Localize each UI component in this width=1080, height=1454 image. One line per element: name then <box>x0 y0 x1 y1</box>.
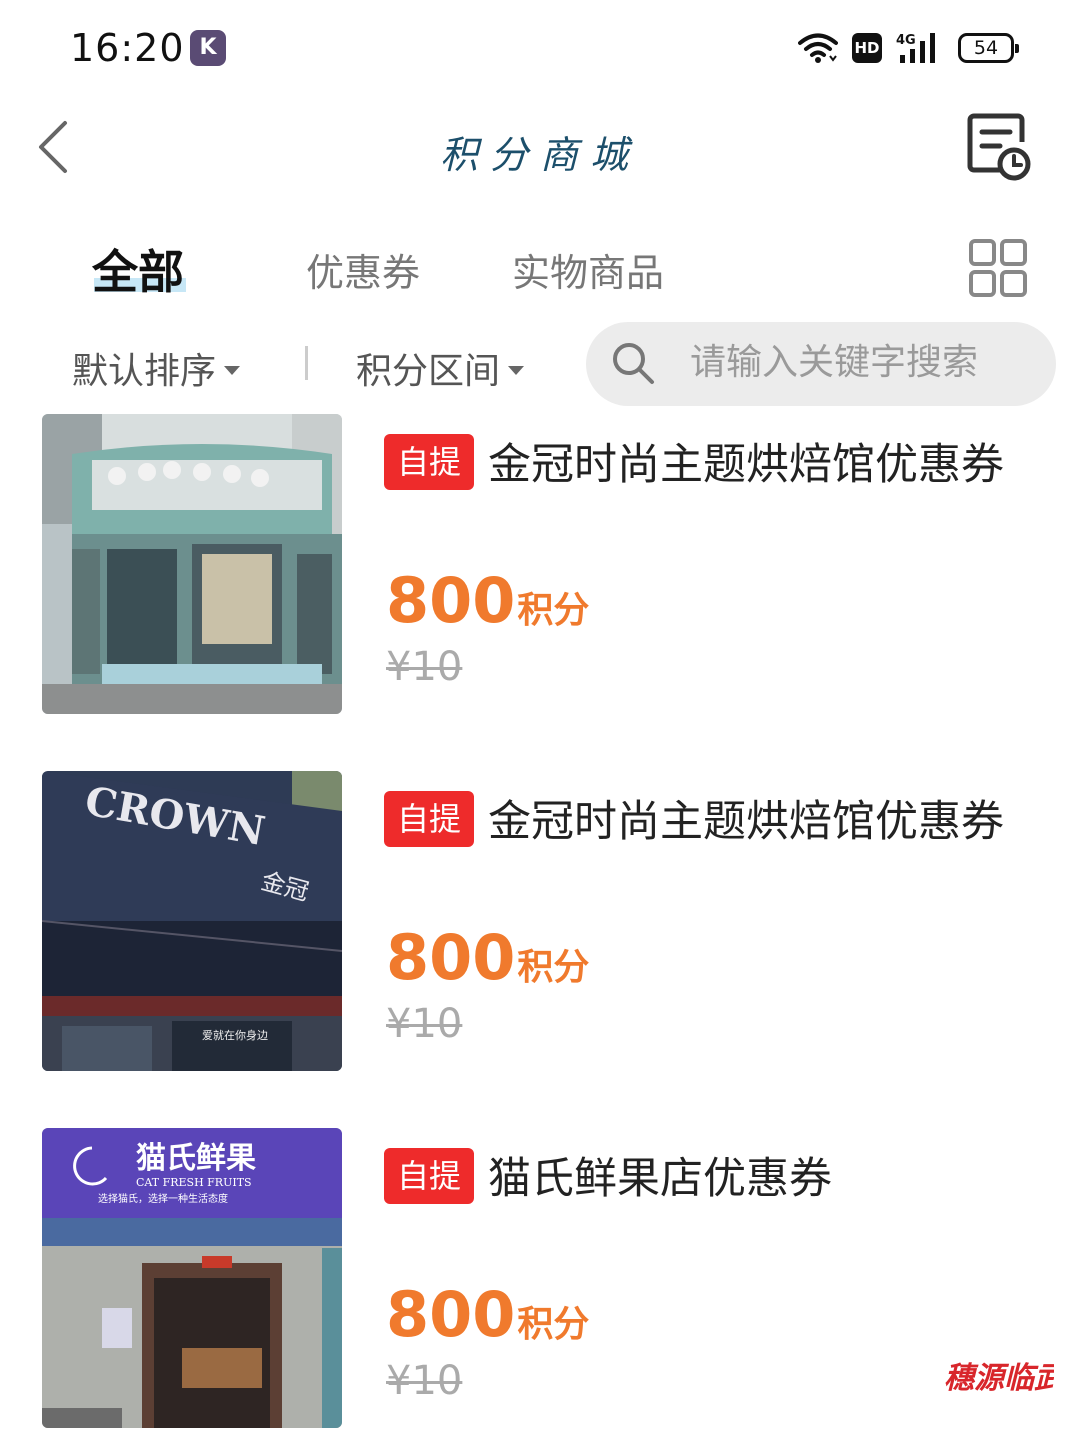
points-unit: 积分 <box>517 590 590 631</box>
signal-icon: 4G <box>896 33 935 63</box>
hd-icon: HD <box>852 33 882 63</box>
search-box[interactable] <box>586 322 1056 406</box>
tab-physical-goods[interactable]: 实物商品 <box>512 242 664 297</box>
product-image-fruit-store: 猫氏鲜果 CAT FRESH FRUITS 选择猫氏，选择一种生活态度 <box>42 1128 342 1428</box>
exchange-records-button[interactable] <box>966 112 1032 182</box>
filter-bar: 默认排序 积分区间 <box>0 320 1080 408</box>
product-item[interactable]: 猫氏鲜果 CAT FRESH FRUITS 选择猫氏，选择一种生活态度 自提 猫… <box>0 1126 1080 1428</box>
pickup-tag: 自提 <box>384 791 474 847</box>
status-time: 16:20 <box>70 26 185 70</box>
watermark-logo: 穗源临武 <box>944 1361 1054 1396</box>
filter-divider <box>305 346 308 380</box>
points-price: 800 积分 <box>386 1278 589 1351</box>
wifi-icon <box>798 33 838 63</box>
product-item[interactable]: 自提 金冠时尚主题烘焙馆优惠券 800 积分 ¥10 <box>0 412 1080 714</box>
product-image-crown-storefront: CROWN 金冠 爱就在你身边 <box>42 771 342 1071</box>
caret-down-icon <box>508 365 525 375</box>
search-icon <box>613 343 654 384</box>
records-icon <box>967 113 1031 181</box>
network-type-label: 4G <box>896 33 916 48</box>
points-unit: 积分 <box>517 1304 590 1345</box>
pickup-tag: 自提 <box>384 1148 474 1204</box>
pickup-tag: 自提 <box>384 434 474 490</box>
tab-coupons[interactable]: 优惠券 <box>306 242 420 297</box>
grid-view-icon <box>969 239 1027 297</box>
points-value: 800 <box>386 564 516 637</box>
category-tabs: 全部 优惠券 实物商品 <box>0 232 1080 312</box>
cat-sign-en: CAT FRESH FRUITS <box>136 1176 252 1189</box>
points-price: 800 积分 <box>386 564 589 637</box>
product-title: 金冠时尚主题烘焙馆优惠券 <box>488 440 1004 490</box>
product-image-bakery-corner <box>42 414 342 714</box>
points-price: 800 积分 <box>386 921 589 994</box>
crown-slogan: 爱就在你身边 <box>202 1028 268 1042</box>
sort-label: 默认排序 <box>72 351 217 392</box>
product-title: 金冠时尚主题烘焙馆优惠券 <box>488 797 1004 847</box>
cat-sign-cn: 猫氏鲜果 <box>136 1141 256 1176</box>
sort-dropdown[interactable]: 默认排序 <box>72 342 241 394</box>
product-item[interactable]: CROWN 金冠 爱就在你身边 自提 金冠时尚主题烘焙馆优惠券 800 积分 ¥… <box>0 769 1080 1071</box>
app-notification-icon: K <box>190 30 226 66</box>
watermark-text: 穗源临武 <box>944 1361 1054 1396</box>
tab-all[interactable]: 全部 <box>92 236 184 302</box>
original-price: ¥10 <box>386 1001 463 1047</box>
original-price: ¥10 <box>386 1358 463 1404</box>
points-value: 800 <box>386 921 516 994</box>
points-value: 800 <box>386 1278 516 1351</box>
points-range-dropdown[interactable]: 积分区间 <box>356 342 525 394</box>
caret-down-icon <box>224 365 241 375</box>
product-title: 猫氏鲜果店优惠券 <box>488 1154 832 1204</box>
grid-view-button[interactable] <box>968 238 1028 298</box>
range-label: 积分区间 <box>356 351 501 392</box>
header: 积分商城 <box>0 96 1080 206</box>
battery-icon: 54 <box>958 33 1019 63</box>
cat-slogan: 选择猫氏，选择一种生活态度 <box>98 1192 228 1205</box>
page-title: 积分商城 <box>439 133 640 177</box>
points-unit: 积分 <box>517 947 590 988</box>
status-bar: 16:20 K HD 4G 54 <box>0 0 1080 96</box>
status-icons: HD 4G 54 <box>798 30 1019 66</box>
original-price: ¥10 <box>386 644 463 690</box>
search-input[interactable] <box>690 342 1030 383</box>
